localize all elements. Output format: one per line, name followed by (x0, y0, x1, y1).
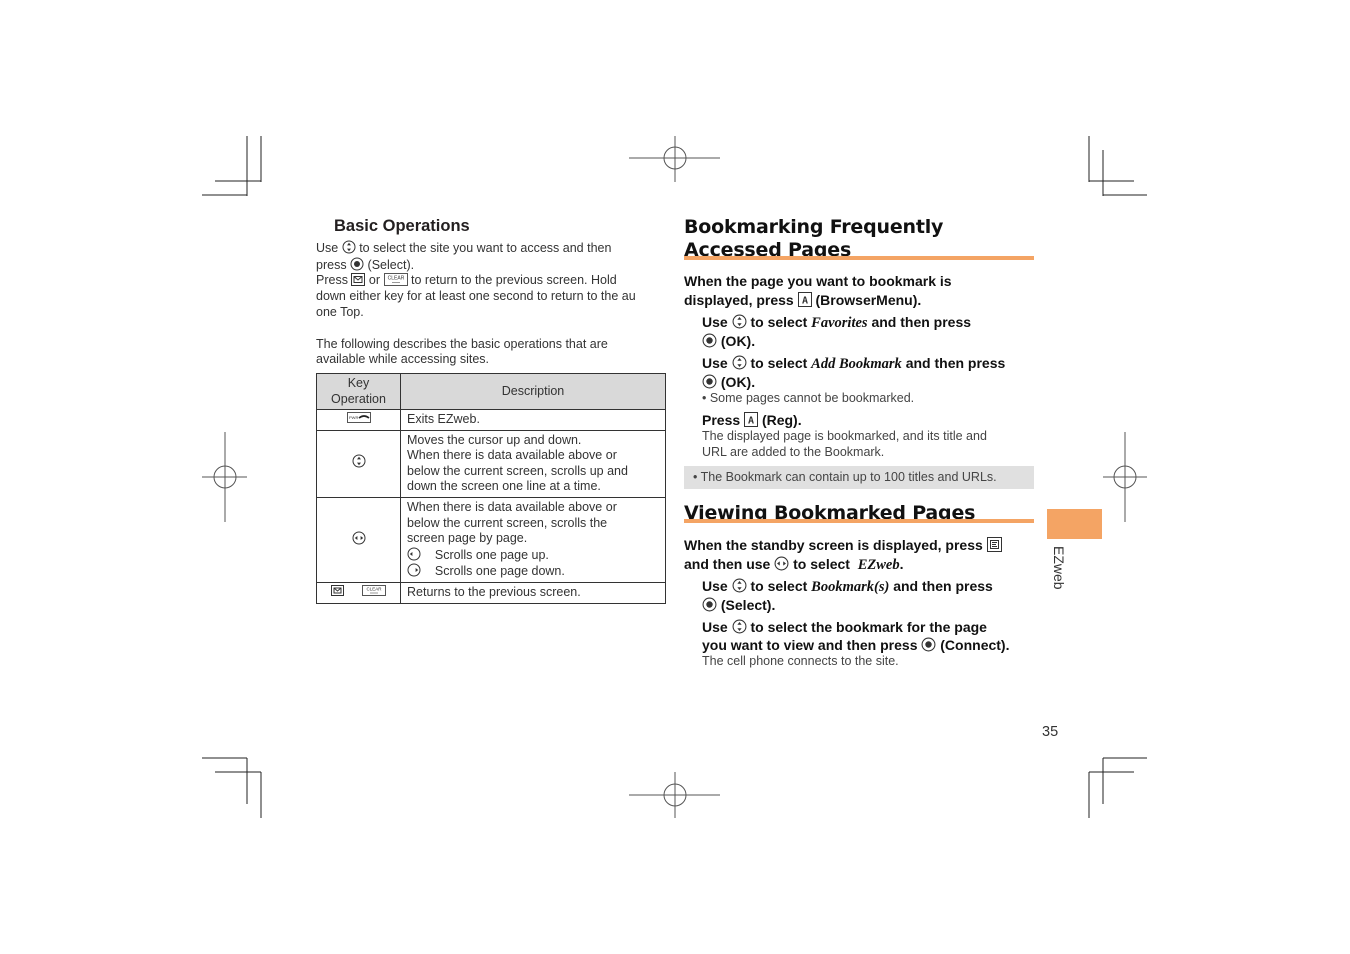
key-operations-table: Key Operation Description PWR Exits EZwe… (316, 373, 666, 604)
bookmark-step-3: Press A (Reg). The displayed page is boo… (702, 412, 987, 459)
menu-item-ezweb: EZweb (857, 557, 900, 573)
bookmark-lead-instruction: When the page you want to bookmark is di… (684, 273, 952, 308)
viewing-step-2: Use to select the bookmark for the page … (702, 619, 1010, 668)
table-header-row: Key Operation Description (316, 373, 666, 410)
page-number: 35 (1042, 724, 1059, 740)
left-right-key-icon (774, 556, 789, 571)
svg-text:A: A (748, 416, 754, 427)
header-description: Description (400, 373, 666, 410)
ez-key-icon (986, 537, 1002, 552)
clear-key-icon: CLEAR (361, 584, 386, 596)
header-key-operation: Key Operation (316, 373, 401, 410)
center-select-key-icon (702, 597, 717, 612)
menu-item-add-bookmark: Add Bookmark (811, 356, 902, 372)
up-down-key-icon (342, 240, 356, 254)
basic-operations-intro: Use to select the site you want to acces… (316, 240, 636, 367)
center-select-key-icon (702, 333, 717, 348)
clear-key-icon: CLEAR (383, 273, 408, 287)
viewing-lead-instruction: When the standby screen is displayed, pr… (684, 536, 1044, 575)
bookmark-step-1: Use to select Favorites and then press (… (702, 314, 972, 349)
bookmark-limit-note: • The Bookmark can contain up to 100 tit… (684, 466, 1034, 489)
a-key-icon: A (744, 412, 759, 427)
svg-text:CLEAR: CLEAR (366, 586, 382, 591)
menu-item-bookmarks: Bookmark(s) (811, 579, 890, 595)
bookmark-step-2: Use to select Add Bookmark and then pres… (702, 354, 1042, 407)
right-key-icon (407, 563, 421, 577)
section-underline (684, 256, 1034, 260)
viewing-step-1: Use to select Bookmark(s) and then press… (702, 578, 993, 613)
mail-key-icon (351, 273, 366, 287)
center-select-key-icon (702, 374, 717, 389)
left-right-key-icon (352, 531, 365, 545)
pwr-end-key-icon: PWR (346, 412, 371, 423)
up-down-key-icon (352, 454, 365, 468)
mail-key-icon (331, 584, 345, 596)
menu-item-favorites: Favorites (811, 315, 868, 331)
table-row: CLEAR Returns to the previous screen. (316, 581, 666, 604)
svg-text:A: A (802, 296, 808, 307)
center-select-key-icon (921, 637, 936, 652)
up-down-key-icon (732, 619, 747, 634)
up-down-key-icon (732, 355, 747, 370)
svg-text:PWR: PWR (349, 415, 358, 420)
a-key-icon: A (797, 292, 812, 307)
table-row: When there is data available above or be… (316, 496, 666, 583)
center-select-key-icon (350, 257, 364, 271)
table-row: PWR Exits EZweb. (316, 409, 666, 431)
basic-operations-heading: Basic Operations (334, 217, 470, 235)
printer-registration-marks (202, 136, 1147, 818)
left-key-icon (407, 547, 421, 561)
step-2-note: • Some pages cannot be bookmarked. (702, 391, 915, 405)
section-underline (684, 519, 1034, 523)
table-row: Moves the cursor up and down. When there… (316, 429, 666, 498)
chapter-tab (1047, 509, 1102, 539)
up-down-key-icon (732, 578, 747, 593)
up-down-key-icon (732, 314, 747, 329)
svg-text:CLEAR: CLEAR (387, 276, 404, 282)
chapter-tab-label: EZweb (1051, 546, 1067, 590)
